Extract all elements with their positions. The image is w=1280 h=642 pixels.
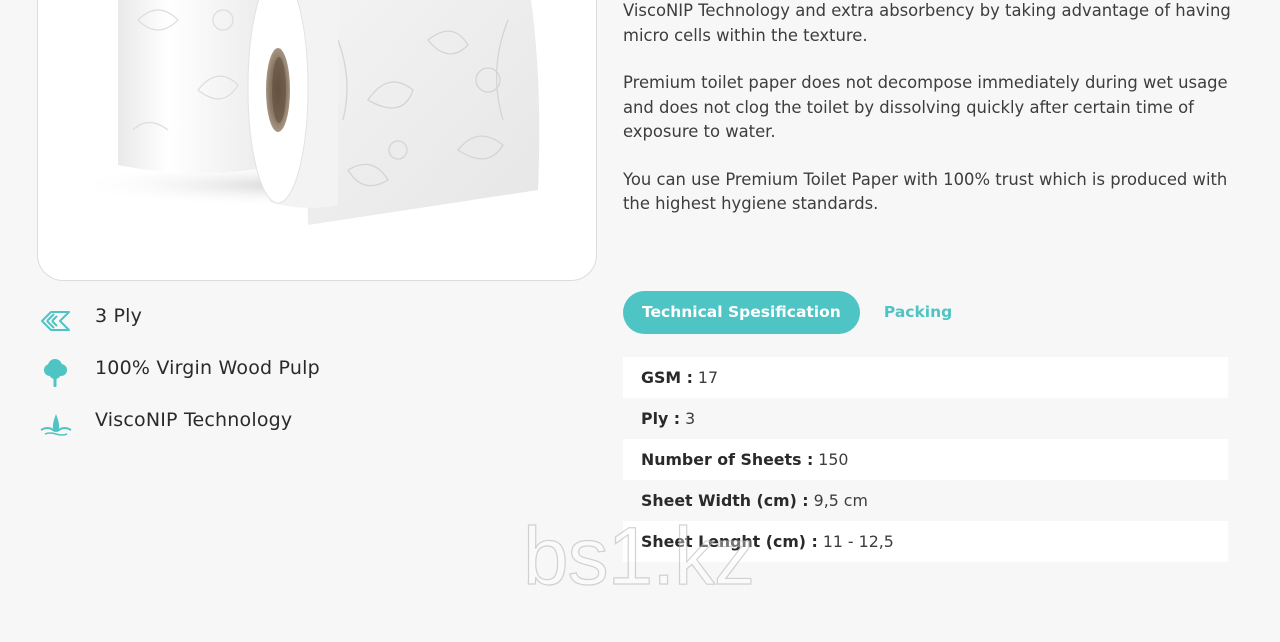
spec-value: 150 [818,450,849,469]
spec-row-sheets: Number of Sheets :150 [623,439,1228,480]
feature-item-visconip: ViscoNIP Technology [38,404,578,456]
spec-row-gsm: GSM :17 [623,357,1228,398]
spec-key: Ply : [641,409,681,428]
layers-icon [38,302,74,338]
feature-list: 3 Ply 100% Virgin Wood Pulp ViscoNIP Tec… [38,300,578,456]
tab-technical-specification[interactable]: Technical Spesification [623,291,860,334]
spec-key: Sheet Lenght (cm) : [641,532,818,551]
description-paragraph: You can use Premium Toilet Paper with 10… [623,169,1228,214]
spec-value: 3 [685,409,696,428]
spec-key: GSM : [641,368,693,387]
spec-key: Number of Sheets : [641,450,814,469]
feature-item-ply: 3 Ply [38,300,578,352]
product-description: ViscoNIP Technology and extra absorbency… [623,0,1238,240]
water-drop-icon [38,406,74,442]
spec-row-sheet-width: Sheet Width (cm) :9,5 cm [623,480,1228,521]
spec-table: GSM :17 Ply :3 Number of Sheets :150 She… [623,357,1228,562]
feature-label: 3 Ply [95,305,143,327]
spec-value: 11 - 12,5 [822,532,894,551]
spec-row-sheet-length: Sheet Lenght (cm) :11 - 12,5 [623,521,1228,562]
tab-packing[interactable]: Packing [865,291,971,334]
feature-item-wood-pulp: 100% Virgin Wood Pulp [38,352,578,404]
spec-tabs: Technical Spesification Packing [623,291,971,334]
toilet-paper-rolls-illustration [68,0,540,225]
description-paragraph: ViscoNIP Technology and extra absorbency… [623,1,1231,45]
feature-label: ViscoNIP Technology [95,409,293,431]
spec-value: 9,5 cm [813,491,868,510]
spec-key: Sheet Width (cm) : [641,491,809,510]
tree-icon [38,354,74,390]
feature-label: 100% Virgin Wood Pulp [95,357,320,379]
spec-row-ply: Ply :3 [623,398,1228,439]
product-image [37,0,597,281]
spec-value: 17 [697,368,718,387]
description-paragraph: Premium toilet paper does not decompose … [623,73,1228,141]
